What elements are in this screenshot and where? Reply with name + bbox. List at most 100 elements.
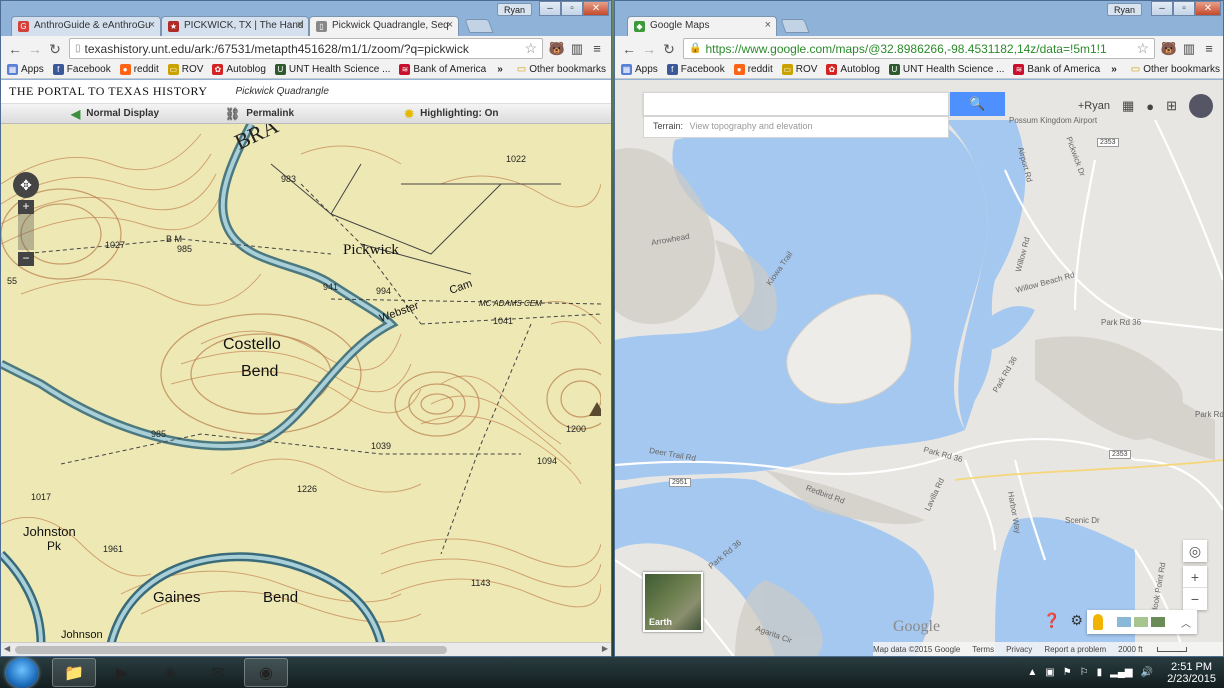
new-tab-button[interactable]: [464, 19, 494, 33]
search-button[interactable]: 🔍: [950, 92, 1005, 116]
reload-icon[interactable]: ↻: [45, 39, 65, 59]
apps-grid-icon[interactable]: ▦: [1122, 98, 1134, 114]
bookmark-item[interactable]: ● reddit: [119, 64, 159, 75]
bookmark-item[interactable]: ✿ Autoblog: [212, 64, 266, 75]
lock-icon[interactable]: 🔒: [689, 43, 701, 54]
google-plus-link[interactable]: +Ryan: [1078, 100, 1110, 112]
close-tab-icon[interactable]: ×: [149, 19, 155, 31]
scroll-right-icon[interactable]: ▶: [602, 644, 608, 653]
bookmark-item[interactable]: ≋ Bank of America: [399, 64, 486, 75]
forward-icon[interactable]: →: [25, 39, 45, 59]
scroll-left-icon[interactable]: ◀: [4, 644, 10, 653]
close-tab-icon[interactable]: ×: [447, 19, 453, 31]
back-icon[interactable]: ←: [5, 39, 25, 59]
pegman-icon[interactable]: [1093, 614, 1103, 630]
other-bookmarks-folder[interactable]: ▭ Other bookmarks: [1131, 64, 1220, 75]
zoom-out-icon[interactable]: −: [18, 252, 34, 266]
tab-pickwick-quadrangle[interactable]: ▯ Pickwick Quadrangle, Seq ×: [309, 16, 459, 36]
close-tab-icon[interactable]: ×: [765, 19, 771, 31]
reload-icon[interactable]: ↻: [659, 39, 679, 59]
highlighting-toggle[interactable]: ✹ Highlighting: On: [404, 107, 498, 121]
flag-icon[interactable]: ⚐: [1080, 667, 1089, 678]
maximize-icon[interactable]: ▫: [561, 1, 583, 16]
bookmark-item[interactable]: f Facebook: [52, 64, 111, 75]
url-text[interactable]: texashistory.unt.edu/ark:/67531/metapth4…: [85, 42, 522, 56]
bookmark-item[interactable]: U UNT Health Science ...: [888, 64, 1004, 75]
my-location-icon[interactable]: ◎: [1183, 540, 1207, 562]
back-icon[interactable]: ←: [619, 39, 639, 59]
chevron-up-icon[interactable]: ︿: [1181, 615, 1191, 630]
pan-icon[interactable]: ✥: [13, 172, 39, 198]
terrain-suggestion[interactable]: Terrain: View topography and elevation: [643, 116, 949, 138]
office-taskbar-icon[interactable]: ◈: [148, 658, 192, 687]
zoom-in-icon[interactable]: +: [1183, 566, 1207, 588]
maximize-icon[interactable]: ▫: [1173, 1, 1195, 16]
bookmark-item[interactable]: ▭ ROV: [167, 64, 203, 75]
tray-app-icon[interactable]: ▣: [1045, 667, 1054, 678]
bookmark-star-icon[interactable]: ☆: [1136, 40, 1149, 57]
close-window-icon[interactable]: ✕: [583, 1, 609, 16]
normal-display-link[interactable]: ◀ Normal Display: [71, 107, 159, 121]
imagery-thumb[interactable]: [1151, 617, 1165, 627]
bookmarks-overflow-icon[interactable]: »: [497, 64, 503, 75]
avatar[interactable]: [1189, 94, 1213, 118]
imagery-thumb[interactable]: [1134, 617, 1148, 627]
scale-bar[interactable]: 2000 ft: [1118, 645, 1198, 654]
forward-icon[interactable]: →: [639, 39, 659, 59]
tab-anthroguide[interactable]: G AnthroGuide & eAnthroGu ×: [11, 16, 161, 36]
bookmark-item[interactable]: ▦ Apps: [7, 64, 44, 75]
address-bar[interactable]: ▯ texashistory.unt.edu/ark:/67531/metapt…: [69, 38, 543, 59]
zoom-in-icon[interactable]: +: [18, 200, 34, 214]
reader-icon[interactable]: ▥: [1179, 39, 1199, 59]
google-map-canvas[interactable]: Possum Kingdom Airport Airport Rd Pickwi…: [615, 80, 1223, 656]
extension-icon[interactable]: 🐻: [547, 39, 567, 59]
bookmark-item[interactable]: ✿ Autoblog: [826, 64, 880, 75]
outlook-taskbar-icon[interactable]: ✉: [196, 658, 240, 687]
bookmark-star-icon[interactable]: ☆: [524, 40, 537, 57]
url-text[interactable]: https://www.google.com/maps/@32.8986266,…: [705, 42, 1133, 56]
bookmark-item[interactable]: ▭ ROV: [781, 64, 817, 75]
bookmark-item[interactable]: U UNT Health Science ...: [274, 64, 390, 75]
profile-user-label[interactable]: Ryan: [497, 3, 533, 16]
bookmarks-overflow-icon[interactable]: »: [1111, 64, 1117, 75]
share-add-icon[interactable]: ⊞: [1166, 98, 1177, 114]
zoom-slider[interactable]: [18, 214, 34, 250]
menu-icon[interactable]: ≡: [587, 39, 607, 59]
tab-google-maps[interactable]: ◆ Google Maps ×: [627, 16, 777, 36]
scrollbar-thumb[interactable]: [15, 646, 447, 654]
zoom-out-icon[interactable]: −: [1183, 588, 1207, 610]
show-hidden-icons-icon[interactable]: ▲: [1027, 667, 1037, 678]
minimize-icon[interactable]: ‒: [1151, 1, 1173, 16]
maps-search-input[interactable]: [643, 92, 949, 116]
earth-view-thumbnail[interactable]: Earth: [643, 572, 703, 632]
report-problem-link[interactable]: Report a problem: [1044, 645, 1106, 654]
bookmark-item[interactable]: ● reddit: [733, 64, 773, 75]
reader-icon[interactable]: ▥: [567, 39, 587, 59]
other-bookmarks-folder[interactable]: ▭ Other bookmarks: [517, 64, 606, 75]
permalink-link[interactable]: ⛓ Permalink: [225, 107, 294, 121]
bookmark-item[interactable]: ▦ Apps: [621, 64, 658, 75]
settings-gear-icon[interactable]: ⚙: [1070, 612, 1083, 629]
privacy-link[interactable]: Privacy: [1006, 645, 1032, 654]
help-icon[interactable]: ❓: [1043, 612, 1060, 629]
imagery-thumb[interactable]: [1117, 617, 1131, 627]
address-bar[interactable]: 🔒 https://www.google.com/maps/@32.898626…: [683, 38, 1155, 59]
notifications-icon[interactable]: ●: [1146, 99, 1154, 114]
media-player-taskbar-icon[interactable]: ▶: [100, 658, 144, 687]
clock[interactable]: 2:51 PM 2/23/2015: [1167, 661, 1216, 685]
explorer-taskbar-icon[interactable]: 📁: [52, 658, 96, 687]
page-info-icon[interactable]: ▯: [75, 43, 81, 54]
horizontal-scrollbar[interactable]: ◀ ▶: [1, 642, 611, 656]
minimize-icon[interactable]: ‒: [539, 1, 561, 16]
chrome-taskbar-icon[interactable]: ◉: [244, 658, 288, 687]
close-window-icon[interactable]: ✕: [1195, 1, 1221, 16]
close-tab-icon[interactable]: ×: [297, 19, 303, 31]
volume-icon[interactable]: 🔊: [1141, 667, 1153, 678]
signal-icon[interactable]: ▂▄▆: [1110, 667, 1132, 678]
bookmark-item[interactable]: f Facebook: [666, 64, 725, 75]
network-icon[interactable]: ▮: [1097, 667, 1103, 678]
new-tab-button[interactable]: [780, 19, 810, 33]
tray-app-icon[interactable]: ⚑: [1063, 667, 1072, 678]
terms-link[interactable]: Terms: [972, 645, 994, 654]
bookmark-item[interactable]: ≋ Bank of America: [1013, 64, 1100, 75]
